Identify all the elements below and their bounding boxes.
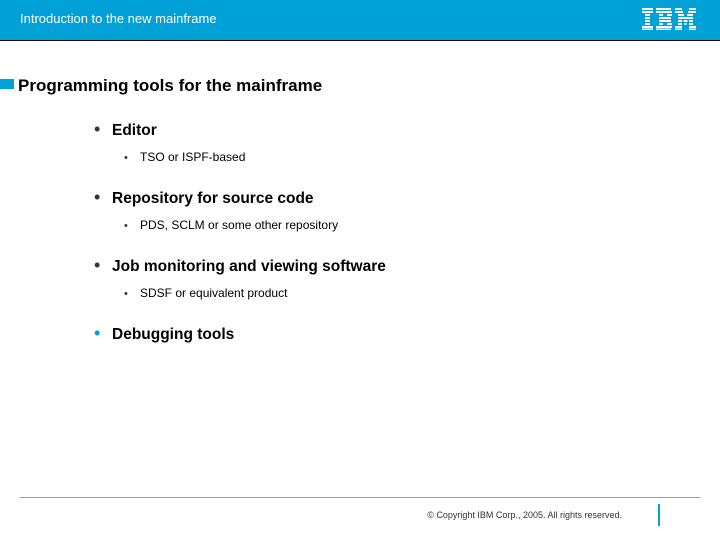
slide: Introduction to the new mainframe <box>0 0 720 540</box>
bullet-icon: • <box>124 221 140 232</box>
list-item-label: Repository for source code <box>112 190 314 208</box>
header-bar: Introduction to the new mainframe <box>0 0 720 40</box>
sub-list-item: • SDSF or equivalent product <box>124 286 660 300</box>
slide-body: • Editor • TSO or ISPF-based • Repositor… <box>94 120 660 350</box>
sub-list-item: • PDS, SCLM or some other repository <box>124 218 660 232</box>
header-divider <box>0 40 720 41</box>
bullet-icon: • <box>94 324 112 342</box>
list-item-label: Debugging tools <box>112 326 234 344</box>
ibm-logo <box>642 8 696 35</box>
bullet-icon: • <box>94 188 112 206</box>
footer-divider <box>20 497 700 498</box>
sub-list-item-label: SDSF or equivalent product <box>140 286 287 300</box>
bullet-icon: • <box>94 256 112 274</box>
list-item: • Debugging tools <box>94 324 660 344</box>
list-item: • Job monitoring and viewing software • … <box>94 256 660 300</box>
sub-list-item-label: TSO or ISPF-based <box>140 150 245 164</box>
sub-list-item: • TSO or ISPF-based <box>124 150 660 164</box>
bullet-icon: • <box>94 120 112 138</box>
bullet-icon: • <box>124 289 140 300</box>
bullet-icon: • <box>124 153 140 164</box>
footer-accent <box>658 504 660 526</box>
list-item-label: Editor <box>112 122 157 140</box>
list-item: • Editor • TSO or ISPF-based <box>94 120 660 164</box>
list-item-label: Job monitoring and viewing software <box>112 258 386 276</box>
course-title: Introduction to the new mainframe <box>20 11 217 26</box>
slide-title: Programming tools for the mainframe <box>18 76 322 96</box>
title-row: Programming tools for the mainframe <box>0 62 720 98</box>
sub-list-item-label: PDS, SCLM or some other repository <box>140 218 338 232</box>
title-accent-block <box>0 79 14 89</box>
list-item: • Repository for source code • PDS, SCLM… <box>94 188 660 232</box>
copyright: © Copyright IBM Corp., 2005. All rights … <box>427 510 622 520</box>
